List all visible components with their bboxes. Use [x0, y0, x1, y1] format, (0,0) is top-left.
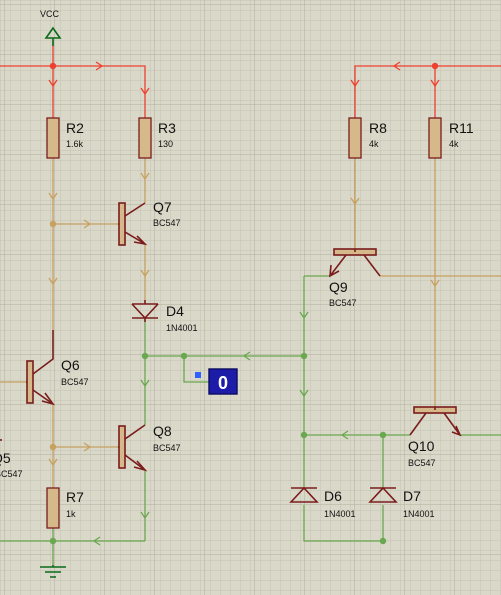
junction-q10-left — [300, 431, 308, 439]
label-q7-ref: Q7 — [153, 199, 172, 215]
label-q8-val: BC547 — [153, 443, 181, 453]
resistor-r8[interactable] — [348, 117, 362, 159]
probe-marker-dot — [195, 372, 201, 378]
probe-value: 0 — [218, 373, 228, 393]
label-q5-ref: Q5 — [0, 450, 11, 466]
vcc-label: VCC — [40, 9, 60, 19]
label-d7-ref: D7 — [403, 488, 421, 504]
label-q9-val: BC547 — [329, 298, 357, 308]
label-q9-ref: Q9 — [329, 279, 348, 295]
label-r8-val: 4k — [369, 139, 379, 149]
junction-q6-q8 — [49, 443, 57, 451]
label-q8-ref: Q8 — [153, 423, 172, 439]
label-r8-ref: R8 — [369, 120, 387, 136]
junction-vcc-right — [431, 62, 439, 70]
label-r3-val: 130 — [158, 139, 173, 149]
label-q5-val: BC547 — [0, 469, 23, 479]
label-q10-val: BC547 — [408, 458, 436, 468]
label-d4-ref: D4 — [166, 303, 184, 319]
label-q6-val: BC547 — [61, 377, 89, 387]
junction-q10-d7 — [379, 431, 387, 439]
resistor-r3[interactable] — [138, 117, 152, 159]
junction-r2-q7 — [49, 220, 57, 228]
resistor-r11[interactable] — [428, 117, 442, 159]
label-d7-val: 1N4001 — [403, 509, 435, 519]
label-r7-val: 1k — [66, 509, 76, 519]
resistor-r2[interactable] — [46, 117, 60, 159]
label-d6-ref: D6 — [324, 488, 342, 504]
label-q7-val: BC547 — [153, 218, 181, 228]
schematic-canvas[interactable]: VCC 0 R2 1.6k R3 130 R8 4k R11 4k Q7 BC5… — [0, 0, 501, 595]
label-r2-ref: R2 — [66, 120, 84, 136]
junction-vcc — [49, 62, 57, 70]
label-r11-ref: R11 — [449, 120, 474, 136]
junction-gnd-left — [49, 537, 57, 545]
junction-d4-node — [141, 352, 149, 360]
label-d6-val: 1N4001 — [324, 509, 356, 519]
grid-major — [0, 0, 501, 595]
junction-probe — [180, 352, 188, 360]
label-r3-ref: R3 — [158, 120, 176, 136]
label-r2-val: 1.6k — [66, 139, 84, 149]
label-q10-ref: Q10 — [408, 438, 435, 454]
junction-q9-node — [300, 352, 308, 360]
resistor-r7[interactable] — [46, 487, 60, 529]
label-r11-val: 4k — [449, 139, 459, 149]
label-q6-ref: Q6 — [61, 357, 80, 373]
junction-gnd-right — [379, 537, 387, 545]
label-r7-ref: R7 — [66, 489, 84, 505]
label-d4-val: 1N4001 — [166, 323, 198, 333]
